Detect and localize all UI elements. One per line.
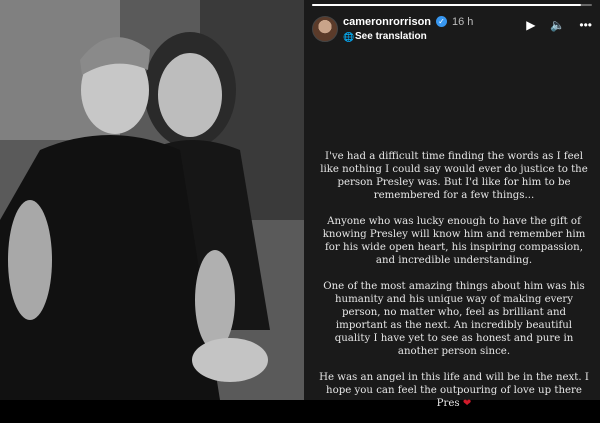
globe-icon: 🌐 bbox=[343, 32, 355, 42]
story-text: I've had a difficult time finding the wo… bbox=[318, 150, 590, 423]
more-icon[interactable]: ••• bbox=[579, 18, 592, 32]
story-header: cameronrorrison ✓ 16 h 🌐 See translation… bbox=[312, 12, 592, 46]
story-panel: cameronrorrison ✓ 16 h 🌐 See translation… bbox=[304, 0, 600, 409]
story-paragraph-last: He was an angel in this life and will be… bbox=[318, 371, 590, 410]
story-paragraph: He was an angel in this life and will be… bbox=[319, 372, 589, 409]
story-paragraph: Anyone who was lucky enough to have the … bbox=[322, 216, 586, 266]
post-time: 16 h bbox=[452, 16, 474, 28]
verified-badge-icon: ✓ bbox=[436, 16, 447, 27]
username[interactable]: cameronrorrison bbox=[343, 16, 431, 28]
story-controls: ▶ 🔈 ••• bbox=[516, 16, 592, 34]
story-progress-bar bbox=[312, 4, 592, 6]
play-icon[interactable]: ▶ bbox=[526, 18, 535, 32]
speaker-icon[interactable]: 🔈 bbox=[550, 18, 565, 32]
story-photo bbox=[0, 0, 304, 400]
story-paragraph: I've had a difficult time finding the wo… bbox=[320, 151, 588, 201]
story-progress-fill bbox=[312, 4, 581, 6]
see-translation-link[interactable]: See translation bbox=[355, 31, 427, 42]
photo-illustration bbox=[0, 0, 304, 400]
avatar[interactable] bbox=[312, 16, 338, 42]
story-paragraph: One of the most amazing things about him… bbox=[323, 281, 585, 357]
